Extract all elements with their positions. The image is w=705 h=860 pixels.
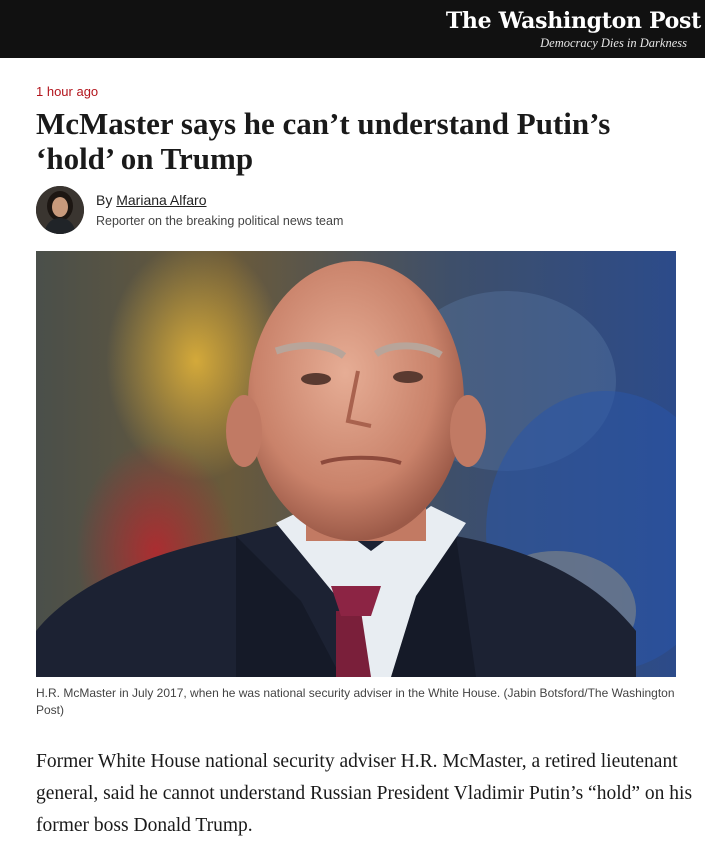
article-container: 1 hour ago McMaster says he can’t unders…: [0, 58, 705, 860]
top-navigation-bar: The Washington Post Democracy Dies in Da…: [0, 0, 705, 58]
author-name-link[interactable]: Mariana Alfaro: [116, 192, 206, 208]
byline: By Mariana Alfaro Reporter on the breaki…: [36, 186, 676, 236]
washington-post-logo[interactable]: The Washington Post: [446, 8, 701, 34]
author-description: Reporter on the breaking political news …: [96, 214, 344, 228]
author-avatar-image: [36, 186, 84, 234]
lead-photo-image: [36, 251, 676, 677]
article-headline: McMaster says he can’t understand Putin’…: [36, 106, 611, 176]
article-timestamp: 1 hour ago: [36, 84, 99, 99]
article-lede-paragraph: Former White House national security adv…: [36, 751, 693, 836]
photo-caption: H.R. McMaster in July 2017, when he was …: [36, 686, 675, 717]
byline-text: By Mariana Alfaro: [96, 192, 207, 208]
lead-photo[interactable]: [36, 251, 676, 677]
author-avatar[interactable]: [36, 186, 84, 234]
masthead-tagline: Democracy Dies in Darkness: [540, 36, 687, 50]
byline-prefix: By: [96, 192, 117, 208]
